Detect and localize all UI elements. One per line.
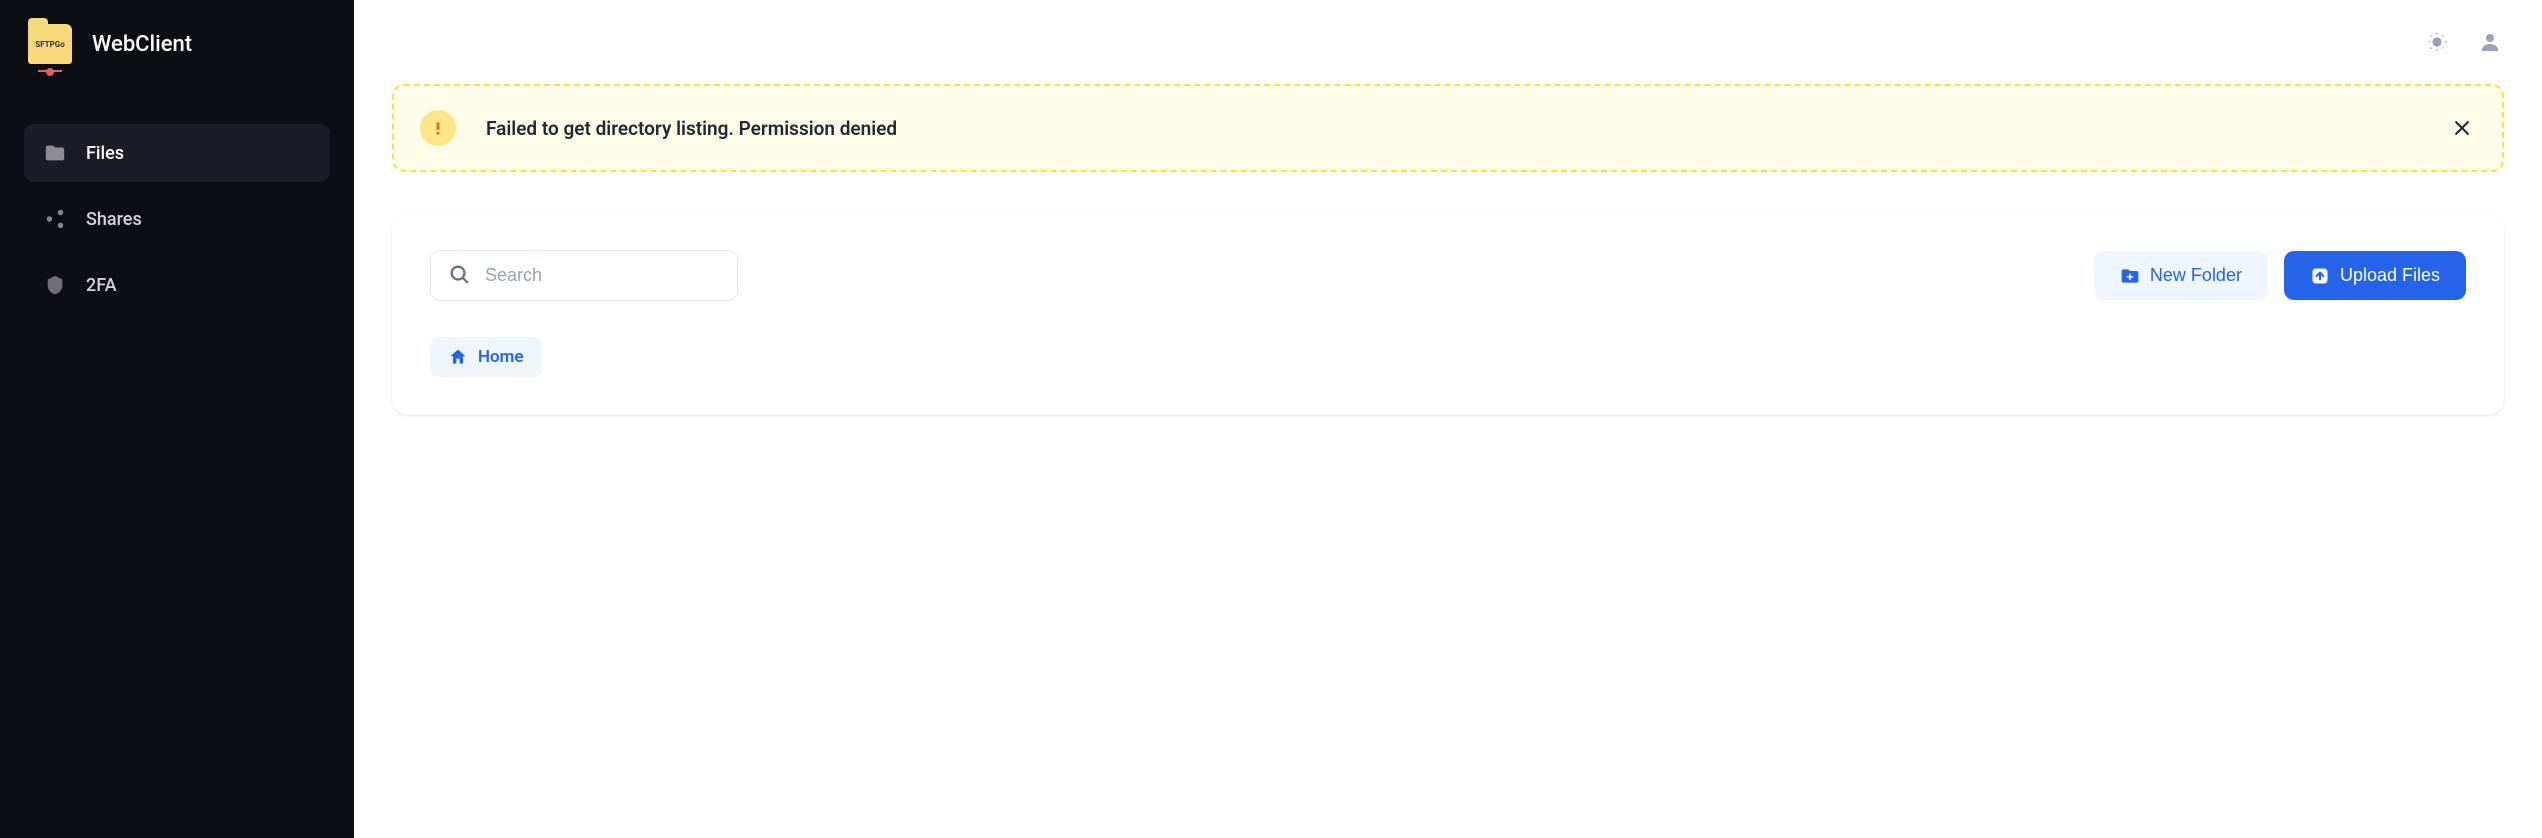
sidebar-item-label: Shares xyxy=(86,209,142,230)
sidebar-item-label: 2FA xyxy=(86,275,117,296)
new-folder-button[interactable]: New Folder xyxy=(2094,251,2268,300)
files-panel: New Folder Upload Files Home xyxy=(392,212,2504,415)
upload-icon xyxy=(2310,266,2330,286)
folder-plus-icon xyxy=(2120,266,2140,286)
alert-close-button[interactable] xyxy=(2448,114,2476,142)
sidebar-item-label: Files xyxy=(86,143,124,164)
exclamation-icon xyxy=(429,119,447,137)
sidebar-item-shares[interactable]: Shares xyxy=(24,190,330,248)
close-icon xyxy=(2452,118,2472,138)
app-logo: SFTPGo xyxy=(28,24,72,64)
button-label: Upload Files xyxy=(2340,265,2440,286)
upload-files-button[interactable]: Upload Files xyxy=(2284,251,2466,300)
theme-toggle-button[interactable] xyxy=(2426,31,2448,53)
breadcrumb-home[interactable]: Home xyxy=(430,337,542,377)
search-input[interactable] xyxy=(430,250,738,301)
sun-icon xyxy=(2426,31,2448,53)
header xyxy=(354,0,2542,84)
sidebar-item-files[interactable]: Files xyxy=(24,124,330,182)
search-icon xyxy=(448,263,470,289)
breadcrumb-label: Home xyxy=(478,347,524,367)
share-icon xyxy=(44,208,66,230)
panel-toolbar: New Folder Upload Files xyxy=(430,250,2466,301)
alert-icon-wrapper xyxy=(420,110,456,146)
sidebar-nav: Files Shares 2FA xyxy=(24,124,330,314)
user-menu-button[interactable] xyxy=(2478,30,2502,54)
alert-banner: Failed to get directory listing. Permiss… xyxy=(392,84,2504,172)
sidebar-header: SFTPGo WebClient xyxy=(24,24,330,64)
logo-text: SFTPGo xyxy=(35,40,64,49)
sidebar-item-2fa[interactable]: 2FA xyxy=(24,256,330,314)
sidebar: SFTPGo WebClient Files Shares 2FA xyxy=(0,0,354,838)
shield-icon xyxy=(44,274,66,296)
content-area: Failed to get directory listing. Permiss… xyxy=(354,84,2542,415)
search-wrapper xyxy=(430,250,738,301)
home-icon xyxy=(448,347,468,367)
user-icon xyxy=(2478,30,2502,54)
button-label: New Folder xyxy=(2150,265,2242,286)
alert-message: Failed to get directory listing. Permiss… xyxy=(486,117,2418,140)
main-content: Failed to get directory listing. Permiss… xyxy=(354,0,2542,838)
folder-icon xyxy=(44,142,66,164)
app-title: WebClient xyxy=(92,32,192,57)
